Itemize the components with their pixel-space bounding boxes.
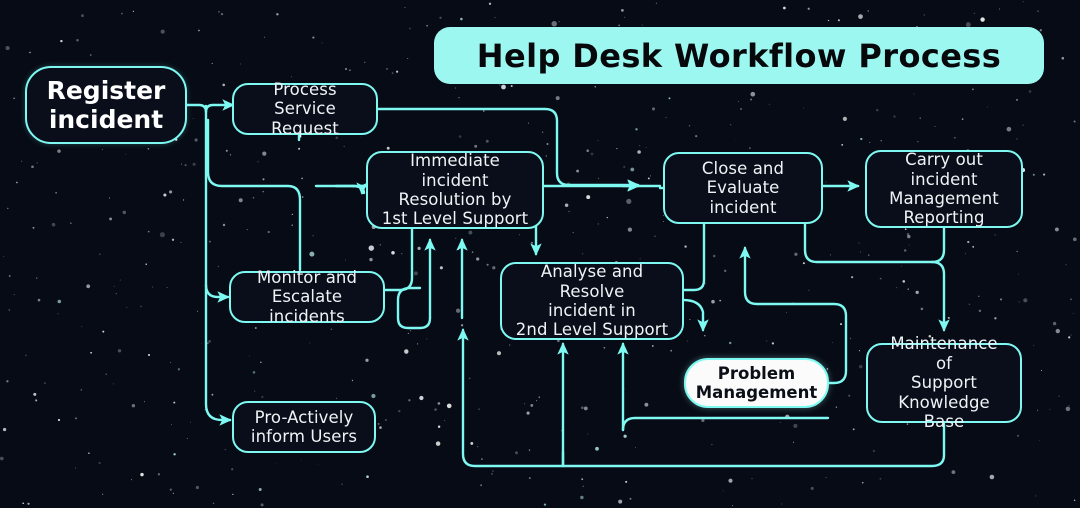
node-analyse-resolve-incident[interactable]: Analyse and Resolve incident in 2nd Level … — [500, 262, 684, 340]
node-proactively-inform-users[interactable]: Pro-Actively inform Users — [232, 401, 376, 453]
line-2: Resolution by — [398, 190, 512, 209]
node-process-service-request[interactable]: Process Service Request — [232, 79, 378, 138]
edge-register-trunk — [204, 104, 232, 426]
edge-trunk-to-immediate — [314, 182, 368, 195]
diagram-title: Help Desk Workflow Process — [434, 27, 1044, 84]
line-1: Monitor and — [256, 267, 358, 287]
node-close-evaluate-incident[interactable]: Close and Evaluate incident — [663, 152, 823, 224]
line-2: Management — [695, 383, 818, 402]
line-3: 1st Level Support — [381, 209, 529, 229]
line-3: Reporting — [903, 208, 985, 228]
edge-register-process — [184, 99, 235, 114]
node-maintenance-support-knowledge-base[interactable]: Maintenance of Support Knowledge Base — [866, 334, 1022, 431]
line-2: Request — [271, 118, 339, 138]
node-monitor-escalate-incidents[interactable]: Monitor and Escalate incidents — [229, 267, 385, 326]
node-immediate-incident-resolution[interactable]: Immediate incident Resolution by 1st Level… — [366, 151, 544, 229]
line-2: incident in — [548, 301, 636, 320]
line-2: Evaluate incident — [706, 178, 780, 217]
line-1: Close and — [701, 158, 785, 178]
node-register-incident-label: Register incident — [35, 76, 178, 135]
line-2: incident — [48, 105, 164, 134]
line-1: Process Service — [273, 79, 337, 119]
node-carry-out-incident-management-reporting[interactable]: Carry out incident Management Reporting — [865, 150, 1023, 228]
line-2: Management — [889, 189, 999, 208]
line-1: Immediate incident — [410, 151, 500, 190]
edge-feed-immediate-join — [396, 286, 432, 330]
edge-analyse-problem — [681, 298, 709, 332]
edge-register-monitor — [204, 283, 230, 303]
diagram-canvas: Help Desk Workflow Process Register incid… — [0, 0, 1080, 508]
edge-bus-analyse-b — [621, 416, 830, 432]
line-1: Problem — [717, 363, 796, 383]
line-2: Support — [911, 373, 977, 393]
line-3: Knowledge Base — [898, 392, 990, 432]
line-3: 2nd Level Support — [515, 320, 669, 340]
line-1: Pro-Actively — [254, 407, 354, 427]
edge-monitor-process — [206, 118, 302, 272]
node-problem-management[interactable]: Problem Management — [684, 358, 829, 408]
edge-reporting-down — [930, 225, 946, 264]
line-2: Escalate incidents — [269, 287, 345, 326]
line-1: Analyse and Resolve — [540, 262, 644, 301]
line-1: Maintenance of — [890, 334, 998, 373]
edge-close-knowledge — [803, 222, 950, 332]
node-register-incident[interactable]: Register incident — [25, 66, 187, 144]
diagram-title-text: Help Desk Workflow Process — [476, 36, 1002, 75]
line-1: Carry out incident — [905, 150, 983, 189]
line-2: inform Users — [250, 427, 358, 446]
line-1: Register — [46, 75, 166, 105]
